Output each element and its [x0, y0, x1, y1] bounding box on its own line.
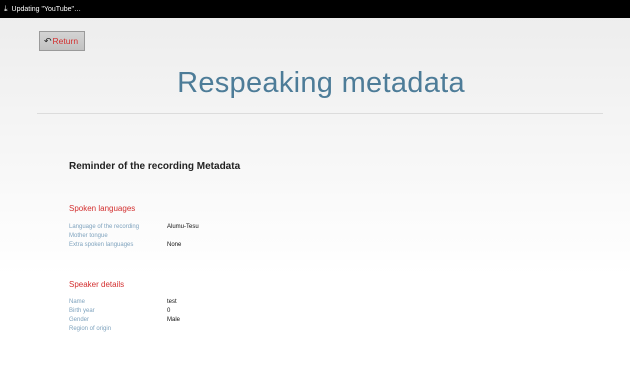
field-label: Birth year: [69, 308, 95, 314]
field-label: Language of the recording: [69, 224, 140, 230]
return-label: Return: [52, 36, 79, 46]
field-label: Mother tongue: [69, 233, 108, 239]
spoken-languages-title: Spoken languages: [69, 204, 136, 213]
mother-tongue-row: Mother tongue: [69, 233, 167, 242]
field-label: Gender: [69, 317, 90, 323]
return-button[interactable]: ↶ Return: [39, 31, 85, 51]
birth-year-row: Birth year 0: [69, 308, 170, 317]
field-value: None: [167, 242, 182, 248]
field-value: test: [167, 299, 177, 305]
extra-languages-row: Extra spoken languages None: [69, 242, 181, 251]
region-of-origin-row: Region of origin: [69, 326, 167, 335]
field-label: Region of origin: [69, 326, 112, 332]
speaker-details-title: Speaker details: [69, 280, 125, 289]
title-divider: [37, 113, 603, 114]
field-value: Male: [167, 317, 181, 323]
name-row: Name test: [69, 299, 177, 308]
gender-row: Gender Male: [69, 317, 180, 326]
field-label: Extra spoken languages: [69, 242, 134, 248]
field-label: Name: [69, 299, 86, 305]
undo-arrow-icon: ↶: [44, 35, 52, 46]
status-bar: ⤓ Updating "YouTube"…: [0, 0, 630, 18]
field-value: 0: [167, 308, 171, 314]
download-icon: ⤓: [4, 4, 8, 13]
status-text: Updating "YouTube"…: [11, 5, 81, 13]
page-title: Respeaking metadata: [177, 67, 465, 99]
reminder-title: Reminder of the recording Metadata: [69, 161, 241, 172]
language-of-recording-row: Language of the recording Alumu-Tesu: [69, 224, 199, 233]
field-value: Alumu-Tesu: [167, 224, 199, 230]
